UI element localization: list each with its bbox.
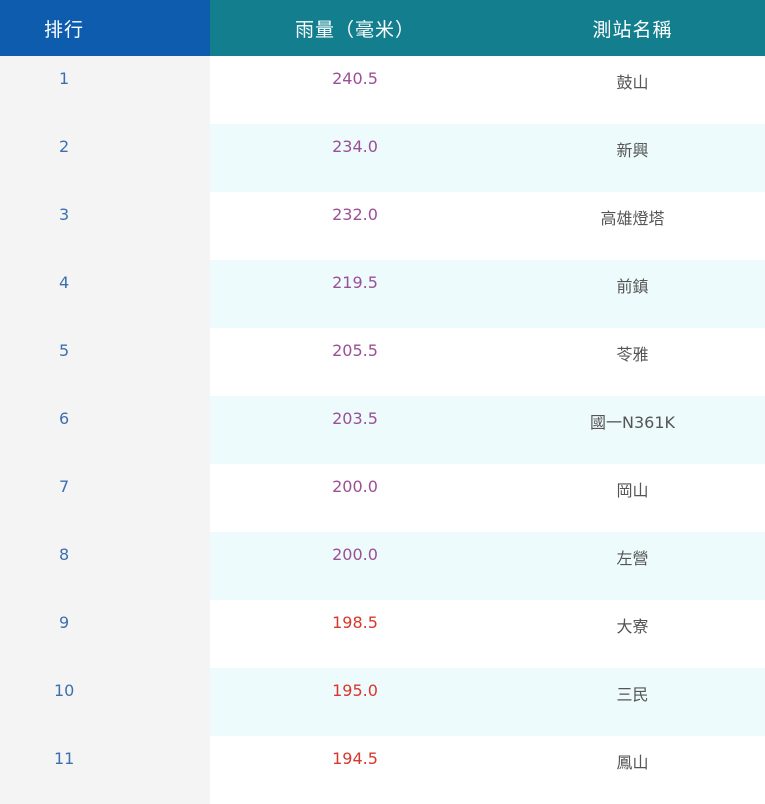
station-name-cell: 岡山 [616,481,649,500]
rainfall-cell: 219.5 [210,260,500,328]
rank-cell: 5 [0,328,210,396]
rank-cell: 4 [0,260,210,328]
table-row[interactable]: 6 203.5 國一N361K [0,396,765,464]
rank-cell: 8 [0,532,210,600]
rank-cell: 9 [0,600,210,668]
rank-cell: 10 [0,668,210,736]
rainfall-cell: 205.5 [332,341,378,360]
rank-cell: 11 [0,736,210,804]
rainfall-ranking-table: 排行 雨量（毫米） 測站名稱 1 240.5 鼓山 2 234.0 新興 3 232.0 高雄燈… [0,0,765,804]
station-name-cell: 鼓山 [616,73,649,92]
table-body: 1 240.5 鼓山 2 234.0 新興 3 232.0 高雄燈塔 4 219.5 前鎮 5 205.5… [0,56,765,804]
station-name-cell: 三民 [500,668,765,736]
rainfall-cell: 234.0 [210,124,500,192]
table-row[interactable]: 11 194.5 鳳山 [0,736,765,804]
station-name-cell: 國一N361K [500,396,765,464]
header-row: 排行 雨量（毫米） 測站名稱 [0,0,765,56]
station-name-cell: 大寮 [616,617,649,636]
table-row[interactable]: 5 205.5 苓雅 [0,328,765,396]
rainfall-cell: 195.0 [210,668,500,736]
rainfall-cell: 232.0 [332,205,378,224]
station-name-cell: 鳳山 [616,753,649,772]
station-column-header[interactable]: 測站名稱 [500,0,765,56]
rainfall-cell: 200.0 [332,477,378,496]
rainfall-cell: 203.5 [210,396,500,464]
rainfall-cell: 200.0 [210,532,500,600]
station-name-cell: 高雄燈塔 [600,209,665,228]
station-name-cell: 左營 [500,532,765,600]
table-row[interactable]: 4 219.5 前鎮 [0,260,765,328]
rainfall-cell: 194.5 [332,749,378,768]
rainfall-cell: 198.5 [332,613,378,632]
table-row[interactable]: 1 240.5 鼓山 [0,56,765,124]
table-row[interactable]: 2 234.0 新興 [0,124,765,192]
station-name-cell: 新興 [500,124,765,192]
station-name-cell: 前鎮 [500,260,765,328]
rank-cell: 3 [0,192,210,260]
table-row[interactable]: 10 195.0 三民 [0,668,765,736]
table-row[interactable]: 9 198.5 大寮 [0,600,765,668]
rank-column-header[interactable]: 排行 [0,0,210,56]
rainfall-cell: 240.5 [332,69,378,88]
rank-cell: 6 [0,396,210,464]
rainfall-column-header[interactable]: 雨量（毫米） [210,0,500,56]
station-name-cell: 苓雅 [616,345,649,364]
rank-cell: 7 [0,464,210,532]
table-row[interactable]: 7 200.0 岡山 [0,464,765,532]
table-row[interactable]: 3 232.0 高雄燈塔 [0,192,765,260]
rank-cell: 1 [0,56,210,124]
rank-cell: 2 [0,124,210,192]
table-row[interactable]: 8 200.0 左營 [0,532,765,600]
table-header: 排行 雨量（毫米） 測站名稱 [0,0,765,56]
